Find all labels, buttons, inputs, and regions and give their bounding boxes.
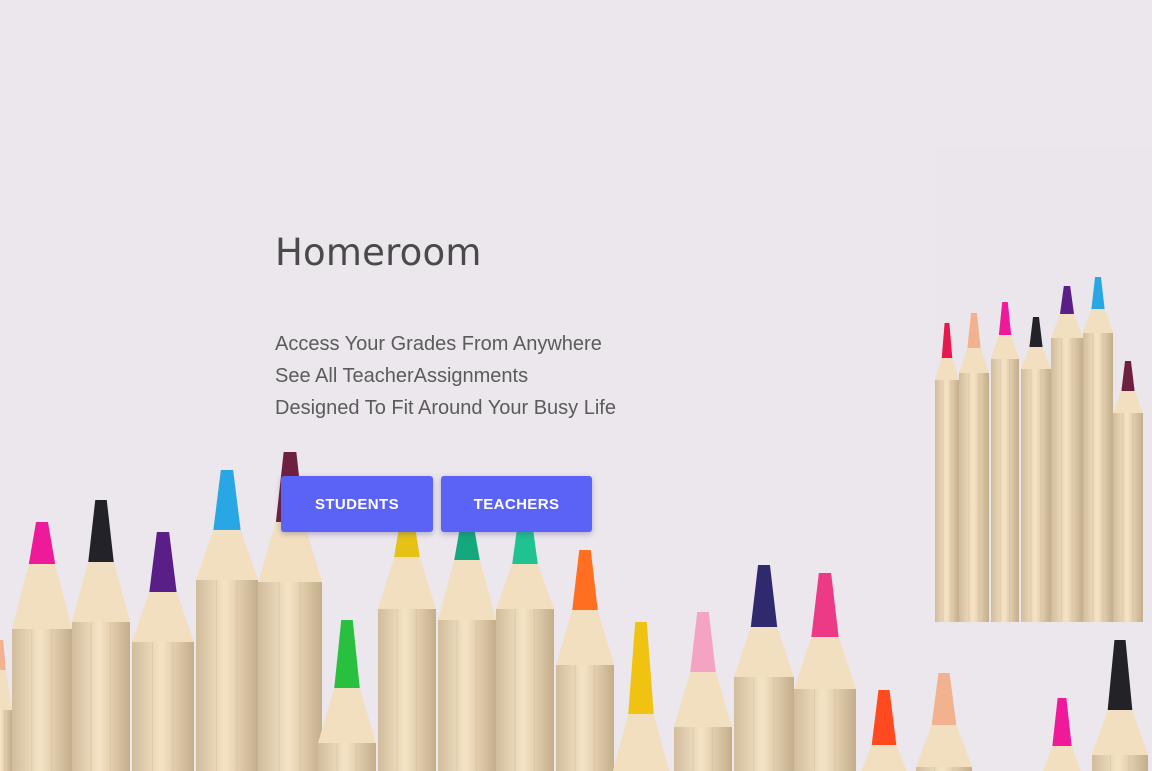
pencil-shape: [1083, 277, 1113, 622]
app-title: Homeroom: [275, 231, 482, 274]
side-pencils-image: [935, 147, 1152, 622]
feature-item: Access Your Grades From Anywhere: [275, 333, 602, 355]
feature-item: Designed To Fit Around Your Busy Life: [275, 397, 616, 419]
teachers-button[interactable]: TEACHERS: [441, 476, 592, 532]
role-buttons: STUDENTS TEACHERS: [281, 476, 592, 532]
side-image-panel: [935, 147, 1152, 622]
students-button[interactable]: STUDENTS: [281, 476, 433, 532]
hero-section: Homeroom Access Your Grades From Anywher…: [275, 228, 775, 424]
pencil-shape: [1051, 286, 1083, 622]
feature-list: Access Your Grades From Anywhere See All…: [275, 328, 775, 424]
pencil-shape: [991, 302, 1019, 622]
pencil-shape: [1021, 317, 1051, 622]
feature-item: See All TeacherAssignments: [275, 365, 529, 387]
